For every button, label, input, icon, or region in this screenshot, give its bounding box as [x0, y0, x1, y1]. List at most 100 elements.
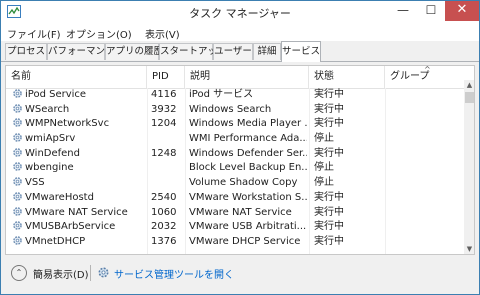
service-name-text: WSearch [25, 103, 70, 115]
service-name-text: wbengine [25, 162, 74, 174]
gear-icon [13, 177, 22, 186]
gear-icon [13, 192, 22, 201]
service-status: 実行中 [314, 191, 344, 203]
service-description: Windows Search [189, 103, 272, 115]
table-row[interactable]: VMwareHostd 2540 VMware Workstation S... 実行… [6, 191, 464, 206]
menu-bar: ファイル(F) オプション(O) 表示(V) [1, 23, 479, 41]
service-pid: 1248 [151, 147, 177, 159]
service-description: WMI Performance Ada... [189, 133, 307, 145]
table-row[interactable]: wbengine Block Level Backup En... 停止 [6, 161, 464, 176]
service-status: 実行中 [314, 221, 344, 233]
task-manager-window: タスク マネージャー — ☐ ✕ ファイル(F) オプション(O) 表示(V) … [0, 0, 480, 295]
service-name: WSearch [12, 103, 146, 118]
service-status: 停止 [314, 177, 334, 189]
table-row[interactable]: VSS Volume Shadow Copy 停止 [6, 176, 464, 191]
column-header-status[interactable]: 状態 [309, 66, 385, 88]
minimize-button[interactable]: — [389, 1, 417, 21]
footer-bar: ⌃ 簡易表示(D) サービス管理ツールを開く [1, 257, 479, 294]
service-name-text: VMnetDHCP [25, 235, 86, 247]
service-name: VMwareHostd [12, 191, 146, 206]
table-row[interactable]: WinDefend 1248 Windows Defender Ser... 実行中 [6, 147, 464, 162]
gear-icon [13, 221, 22, 230]
services-rows: iPod Service 4116 iPod サービス 実行中 WSearch 3932 W… [6, 88, 464, 250]
column-header-description[interactable]: 説明 [185, 66, 309, 88]
service-name-text: VMware NAT Service [25, 206, 128, 218]
menu-options[interactable]: オプション(O) [66, 26, 132, 41]
gear-icon [13, 133, 22, 142]
column-header-pid[interactable]: PID [147, 66, 185, 88]
service-description: VMware DHCP Service [189, 235, 301, 247]
gear-icon [98, 267, 109, 278]
vertical-scrollbar[interactable]: ▲ ▼ [464, 80, 474, 254]
service-name-text: wmiApSrv [25, 133, 76, 145]
service-description: VMware Workstation S... [189, 191, 307, 203]
tab-users[interactable]: ユーザー [213, 43, 253, 60]
service-name: VMnetDHCP [12, 235, 146, 250]
service-status: 停止 [314, 133, 334, 145]
tab-performance[interactable]: パフォーマンス [47, 43, 114, 60]
table-row[interactable]: WMPNetworkSvc 1204 Windows Media Player ..… [6, 117, 464, 132]
tab-processes[interactable]: プロセス [5, 43, 47, 60]
service-name: wmiApSrv [12, 132, 146, 147]
service-name-text: WinDefend [25, 147, 80, 159]
scroll-up-icon[interactable]: ▲ [464, 80, 474, 91]
scroll-down-icon[interactable]: ▼ [464, 244, 474, 254]
service-pid: 1060 [151, 206, 177, 218]
gear-icon [13, 206, 22, 216]
service-status: 実行中 [314, 89, 344, 100]
table-row[interactable]: VMUSBArbService 2032 VMware USB Arbitrati.… [6, 220, 464, 235]
open-services-link[interactable]: サービス管理ツールを開く [114, 266, 234, 281]
service-description: VMware USB Arbitrati... [189, 221, 307, 233]
service-name-text: VMwareHostd [25, 191, 94, 203]
service-name-text: VMUSBArbService [25, 221, 116, 233]
service-name: iPod Service [12, 88, 146, 103]
tab-app-history[interactable]: アプリの履歴 [105, 43, 163, 60]
service-description: Windows Media Player ... [189, 118, 307, 130]
service-pid: 4116 [151, 89, 177, 100]
column-header-name[interactable]: 名前 [6, 66, 147, 88]
service-name: VMware NAT Service [12, 206, 146, 221]
service-name: WinDefend [12, 147, 146, 162]
service-description: Block Level Backup En... [189, 162, 307, 174]
close-button[interactable]: ✕ [445, 1, 479, 21]
chevron-up-icon[interactable]: ⌃ [11, 265, 27, 281]
title-bar[interactable]: タスク マネージャー — ☐ ✕ [1, 1, 479, 23]
service-description: VMware NAT Service [189, 206, 292, 218]
gear-icon [13, 147, 22, 157]
tab-services[interactable]: サービス [281, 41, 321, 62]
table-row[interactable]: wmiApSrv WMI Performance Ada... 停止 [6, 132, 464, 147]
table-row[interactable]: iPod Service 4116 iPod サービス 実行中 [6, 88, 464, 103]
maximize-button[interactable]: ☐ [417, 1, 445, 21]
gear-icon [13, 89, 22, 98]
service-name-text: VSS [25, 177, 45, 189]
fewer-details-link[interactable]: 簡易表示(D) [33, 266, 89, 281]
table-row[interactable]: VMnetDHCP 1376 VMware DHCP Service 実行中 [6, 235, 464, 250]
gear-icon [13, 103, 22, 113]
service-description: Volume Shadow Copy [189, 177, 298, 189]
table-row[interactable]: VMware NAT Service 1060 VMware NAT Service… [6, 206, 464, 221]
service-name: VMUSBArbService [12, 220, 146, 235]
tab-startup[interactable]: スタートアップ [159, 43, 227, 60]
menu-file[interactable]: ファイル(F) [7, 26, 61, 41]
gear-icon [13, 162, 22, 172]
service-status: 停止 [314, 162, 334, 174]
service-description: Windows Defender Ser... [189, 147, 307, 159]
service-name: WMPNetworkSvc [12, 117, 146, 132]
services-list: 名前 PID 説明 状態 グループ ^ iPod Service 4116 iPod… [5, 65, 475, 255]
service-pid: 2540 [151, 191, 177, 203]
tab-details[interactable]: 詳細 [253, 43, 281, 60]
service-pid: 3932 [151, 103, 177, 115]
column-header-row: 名前 PID 説明 状態 グループ ^ [6, 65, 474, 89]
service-status: 実行中 [314, 206, 344, 218]
service-name-text: WMPNetworkSvc [25, 118, 110, 130]
scrollbar-thumb[interactable] [465, 92, 474, 103]
service-status: 実行中 [314, 235, 344, 247]
menu-view[interactable]: 表示(V) [145, 26, 180, 41]
service-description: iPod サービス [189, 89, 254, 100]
service-pid: 2032 [151, 221, 177, 233]
table-row[interactable]: WSearch 3932 Windows Search 実行中 [6, 103, 464, 118]
footer-divider [90, 265, 91, 281]
sort-indicator-icon: ^ [424, 65, 431, 74]
service-status: 実行中 [314, 147, 344, 159]
service-name: VSS [12, 176, 146, 191]
